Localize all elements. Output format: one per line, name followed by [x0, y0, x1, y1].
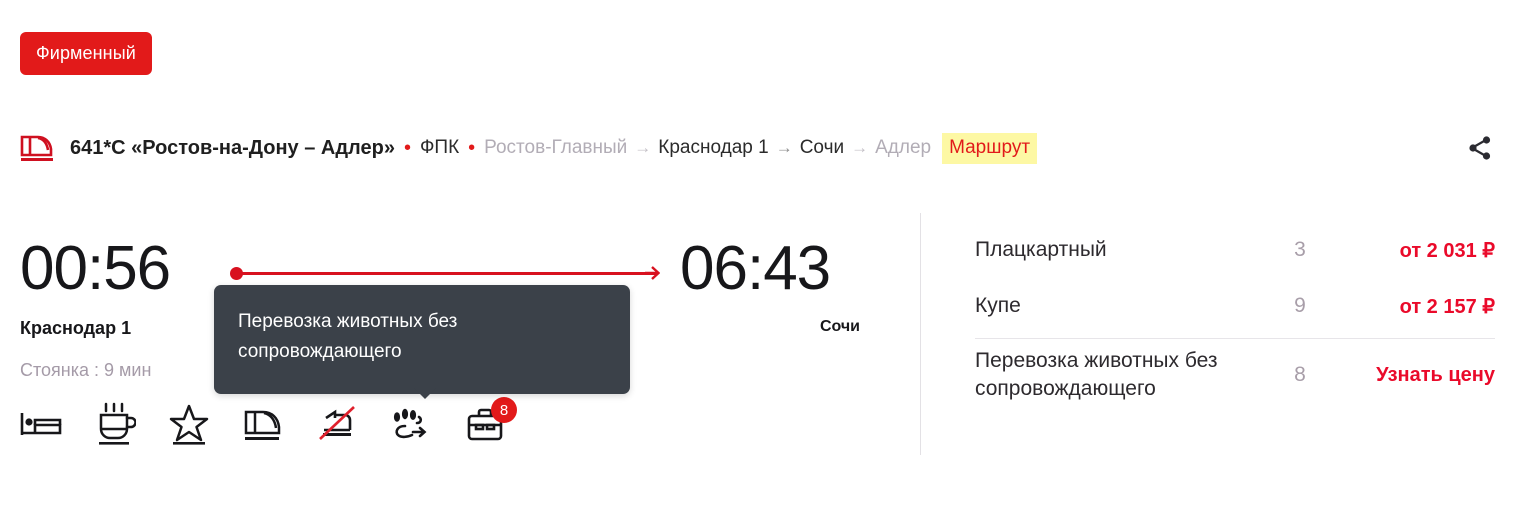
- amenity-no-device[interactable]: [314, 401, 360, 447]
- price-class-name: Плацкартный: [975, 237, 1107, 261]
- route-line-bar: [240, 272, 658, 275]
- amenity-star[interactable]: [166, 401, 212, 447]
- share-icon: [1469, 136, 1491, 160]
- price-row[interactable]: Плацкартный 3 от 2 031 ₽: [975, 222, 1495, 278]
- status-badge: Фирменный: [20, 32, 152, 75]
- panel-divider: [920, 213, 921, 455]
- arrival-time: 06:43: [680, 234, 831, 303]
- bed-icon: [20, 413, 62, 435]
- train-header-row: 641*С «Ростов-на-Дону – Адлер» • ФПК • Р…: [20, 126, 1500, 170]
- route-link[interactable]: Маршрут: [942, 132, 1038, 164]
- route-line: [230, 263, 670, 283]
- hot-drink-icon: [99, 402, 136, 445]
- route-stop-3: Сочи: [799, 137, 845, 158]
- stop-duration: Стоянка : 9 мин: [20, 360, 152, 380]
- amenity-hot-drink[interactable]: [92, 401, 138, 447]
- price-class-name: Купе: [975, 293, 1021, 317]
- train-meta: 641*С «Ростов-на-Дону – Адлер» • ФПК • Р…: [70, 132, 1038, 164]
- train-front-icon: [20, 135, 53, 161]
- departure-time: 00:56: [20, 234, 171, 303]
- price-value[interactable]: от 2 157 ₽: [1335, 294, 1495, 319]
- price-panel: Плацкартный 3 от 2 031 ₽ Купе 9 от 2 157…: [975, 222, 1495, 411]
- amenity-tooltip: Перевозка животных без сопровождающего: [214, 285, 630, 394]
- price-row[interactable]: Купе 9 от 2 157 ₽: [975, 278, 1495, 334]
- tooltip-tail: [414, 388, 436, 399]
- separator-dot-2: •: [468, 137, 476, 159]
- carrier-name: ФПК: [419, 137, 460, 158]
- amenity-bed[interactable]: [18, 401, 64, 447]
- luggage-count-badge: 8: [491, 397, 517, 423]
- amenity-train[interactable]: [240, 401, 286, 447]
- no-device-icon: [319, 406, 355, 440]
- price-seat-count: 3: [1294, 238, 1306, 261]
- price-seat-count: 8: [1294, 363, 1306, 386]
- arrival-station: Сочи: [819, 318, 860, 335]
- route-stop-1: Ростов-Главный: [484, 137, 628, 158]
- price-seat-count: 9: [1294, 294, 1306, 317]
- amenities-row: 8: [18, 397, 517, 447]
- price-value[interactable]: Узнать цену: [1335, 364, 1495, 387]
- route-arrow-icon: [645, 266, 660, 280]
- star-icon: [169, 404, 209, 445]
- route-arrow-1: →: [634, 138, 652, 157]
- separator-dot-1: •: [403, 137, 411, 159]
- share-button[interactable]: [1460, 128, 1500, 168]
- price-row[interactable]: Перевозка животных без сопровождающего 8…: [975, 339, 1495, 411]
- route-stations: Ростов-Главный → Краснодар 1 → Сочи → Ад…: [484, 137, 931, 159]
- amenity-luggage[interactable]: 8: [462, 397, 517, 447]
- price-class-name: Перевозка животных без сопровождающего: [975, 348, 1218, 400]
- route-stop-2: Краснодар 1: [658, 137, 769, 158]
- train-number: 641*С «Ростов-на-Дону – Адлер»: [70, 136, 395, 159]
- badge-row: Фирменный: [20, 32, 152, 75]
- train-front-icon: [244, 410, 281, 440]
- route-arrow-3: →: [851, 138, 869, 157]
- price-value[interactable]: от 2 031 ₽: [1335, 238, 1495, 263]
- route-arrow-2: →: [775, 138, 793, 157]
- departure-station: Краснодар 1: [20, 318, 132, 338]
- paw-transport-icon: [393, 408, 427, 439]
- route-stop-4: Адлер: [875, 137, 932, 158]
- amenity-pet-transport[interactable]: [388, 401, 434, 447]
